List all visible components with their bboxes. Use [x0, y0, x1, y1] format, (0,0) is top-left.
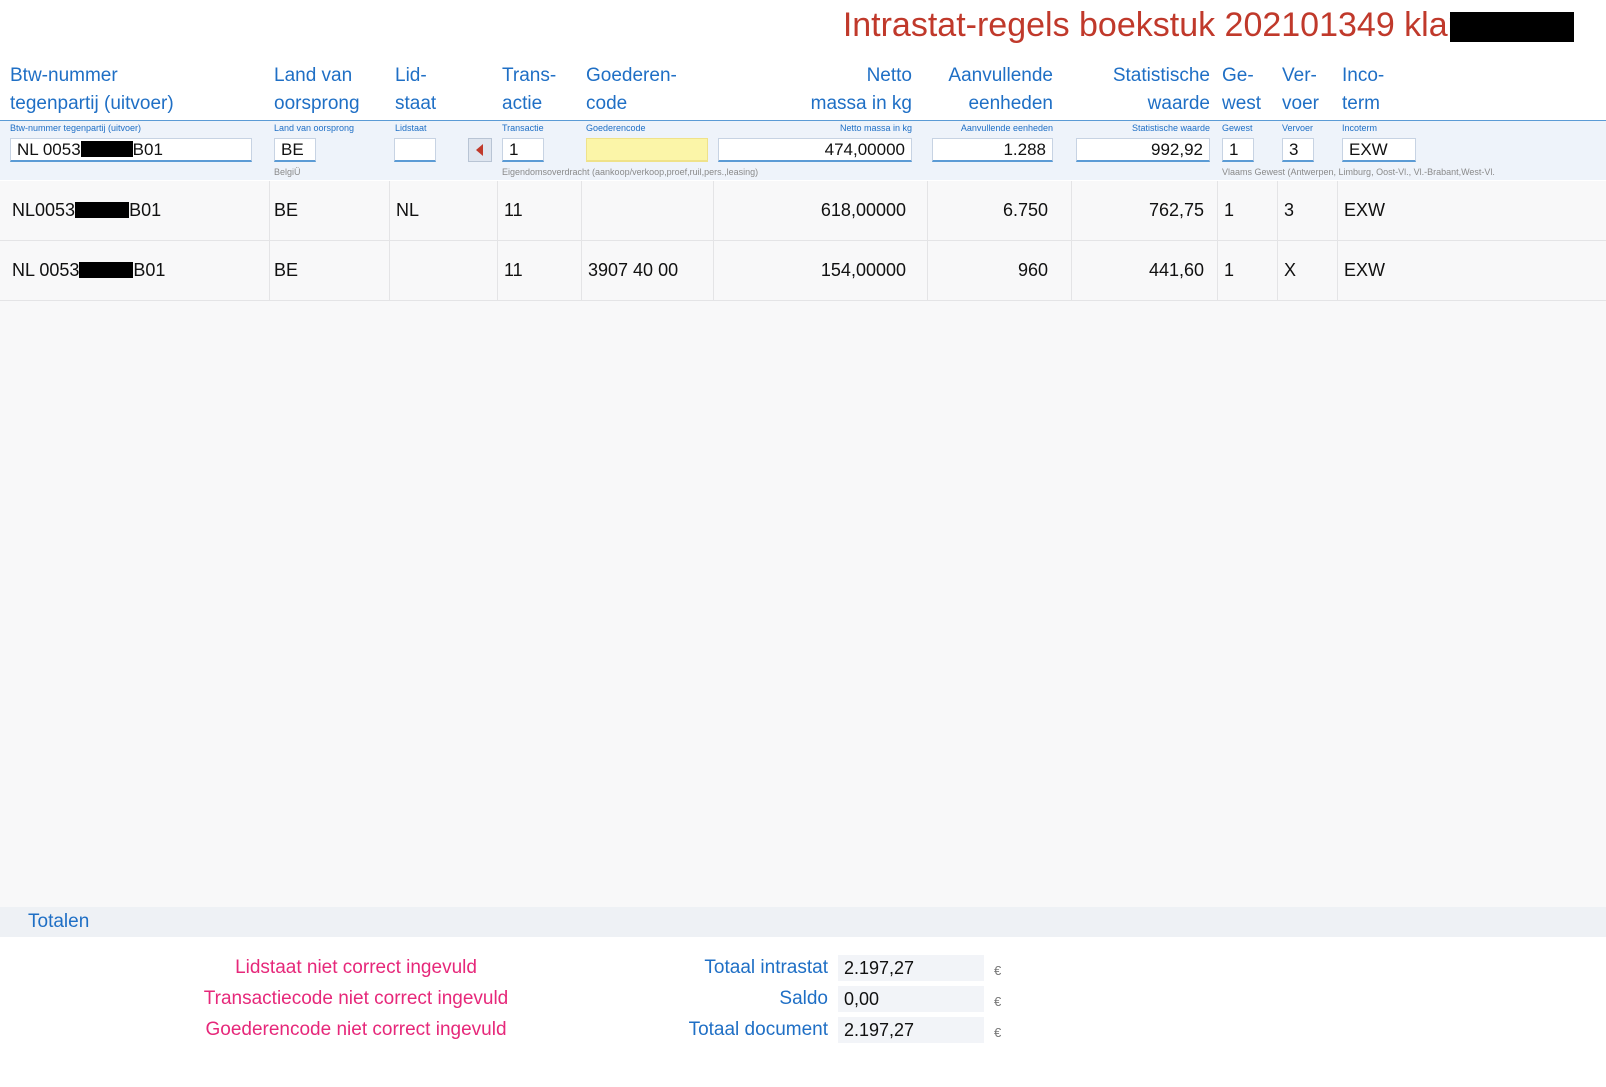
- cell-goederencode: 3907 40 00: [588, 260, 679, 280]
- column-header-netto: Netto massa in kg: [810, 65, 912, 114]
- column-separator: [581, 181, 582, 301]
- column-separator: [927, 181, 928, 301]
- gewest-hint: Vlaams Gewest (Antwerpen, Limburg, Oost-…: [1222, 167, 1495, 177]
- aanvullende-eenheden-input[interactable]: 1.288: [932, 138, 1053, 162]
- cell-statistische: 441,60: [1148, 260, 1204, 280]
- field-label-land: Land van oorsprong: [274, 123, 355, 133]
- cell-lidstaat: NL: [396, 200, 420, 220]
- column-separator: [269, 181, 270, 301]
- btw-prefix: NL 0053: [17, 140, 81, 159]
- btw-nummer-input[interactable]: NL 0053 B01: [10, 138, 252, 162]
- cell-aanvullende: 960: [1017, 260, 1048, 280]
- field-label-lidstaat: Lidstaat: [395, 123, 427, 133]
- column-separator: [713, 181, 714, 301]
- cell-land: BE: [274, 200, 299, 220]
- totaal-intrastat-label: Totaal intrastat: [704, 957, 828, 978]
- land-van-oorsprong-input[interactable]: BE: [274, 138, 316, 162]
- cell-land: BE: [274, 260, 299, 280]
- redacted-btw-digits: [79, 262, 134, 278]
- cell-netto: 618,00000: [820, 200, 906, 220]
- field-label-btw: Btw-nummer tegenpartij (uitvoer): [10, 123, 142, 133]
- currency-symbol: €: [994, 1025, 1002, 1040]
- field-label-incoterm: Incoterm: [1342, 123, 1378, 133]
- column-header-aanvullende: Aanvullende eenheden: [948, 65, 1053, 114]
- totaal-document-label: Totaal document: [688, 1019, 828, 1040]
- land-hint: BelgiÜ: [274, 167, 301, 177]
- field-label-vervoer: Vervoer: [1282, 123, 1314, 133]
- field-label-goederencode: Goederencode: [586, 123, 646, 133]
- column-header-statistische: Statistische waarde: [1112, 65, 1210, 114]
- transactie-input[interactable]: 1: [502, 138, 544, 162]
- cell-vervoer: 3: [1284, 200, 1295, 220]
- field-label-netto: Netto massa in kg: [839, 123, 912, 133]
- netto-massa-input[interactable]: 474,00000: [718, 138, 912, 162]
- vervoer-input[interactable]: 3: [1282, 138, 1314, 162]
- lidstaat-input[interactable]: [394, 138, 436, 162]
- column-header-vervoer: Ver-voer: [1282, 65, 1319, 114]
- column-header-goederencode: Goederen-code: [586, 65, 677, 114]
- previous-arrow-button[interactable]: [468, 138, 492, 162]
- column-header-land: Land van oorsprong: [274, 65, 360, 114]
- saldo-value: 0,00: [838, 986, 984, 1012]
- redacted-btw-digits: [75, 202, 130, 218]
- currency-symbol: €: [994, 994, 1002, 1009]
- column-header-gewest: Ge-west: [1222, 65, 1262, 114]
- page-title: Intrastat-regels boekstuk 202101349 klan…: [842, 6, 1476, 44]
- totaal-document-value: 2.197,27: [838, 1017, 984, 1043]
- cell-btw: NL 0053 B01: [12, 260, 166, 280]
- cell-incoterm: EXW: [1344, 200, 1386, 220]
- cell-aanvullende: 6.750: [1002, 200, 1048, 220]
- gewest-input[interactable]: 1: [1222, 138, 1254, 162]
- column-separator: [1217, 181, 1218, 301]
- cell-incoterm: EXW: [1344, 260, 1386, 280]
- table-row[interactable]: NL 0053 B01 BE 11 3907 40 00 154,00000 96…: [0, 241, 1606, 301]
- field-label-gewest: Gewest: [1222, 123, 1253, 133]
- column-header-incoterm: Inco-term: [1342, 65, 1385, 114]
- cell-gewest: 1: [1224, 260, 1235, 280]
- cell-statistische: 762,75: [1148, 200, 1204, 220]
- column-separator: [1337, 181, 1338, 301]
- cell-gewest: 1: [1224, 200, 1235, 220]
- cell-netto: 154,00000: [820, 260, 906, 280]
- column-separator: [1071, 181, 1072, 301]
- column-separator: [497, 181, 498, 301]
- field-label-statistische: Statistische waarde: [1131, 123, 1210, 133]
- column-header-lidstaat: Lid-staat: [395, 65, 437, 114]
- table-row[interactable]: NL0053 B01 BE NL 11 618,00000 6.750 762,7…: [0, 181, 1606, 241]
- column-separator: [389, 181, 390, 301]
- column-header-transactie: Trans-actie: [502, 65, 557, 114]
- saldo-label: Saldo: [779, 988, 828, 1009]
- btw-suffix: B01: [132, 140, 163, 159]
- error-lidstaat: Lidstaat niet correct ingevuld: [235, 957, 477, 978]
- field-label-aanvullende: Aanvullende eenheden: [960, 123, 1053, 133]
- column-separator: [1277, 181, 1278, 301]
- goederencode-input[interactable]: [586, 138, 708, 162]
- cell-btw: NL0053 B01: [12, 200, 162, 220]
- error-goederencode: Goederencode niet correct ingevuld: [205, 1019, 507, 1040]
- column-header-btw: Btw-nummer tegenpartij (uitvoer): [10, 65, 174, 114]
- cell-vervoer: X: [1284, 260, 1297, 280]
- transactie-hint: Eigendomsoverdracht (aankoop/verkoop,pro…: [502, 167, 759, 177]
- cell-transactie: 11: [504, 200, 523, 220]
- field-label-transactie: Transactie: [502, 123, 544, 133]
- currency-symbol: €: [994, 963, 1002, 978]
- redacted-customer-name: [1450, 12, 1574, 42]
- cell-transactie: 11: [504, 260, 523, 280]
- totals-section-bar: [0, 907, 1606, 937]
- error-transactiecode: Transactiecode niet correct ingevuld: [203, 988, 509, 1009]
- totals-heading: Totalen: [28, 911, 90, 932]
- totaal-intrastat-value: 2.197,27: [838, 955, 984, 981]
- statistische-waarde-input[interactable]: 992,92: [1076, 138, 1210, 162]
- redacted-btw-digits: [80, 141, 133, 157]
- arrow-left-icon: [476, 144, 483, 156]
- incoterm-input[interactable]: EXW: [1342, 138, 1416, 162]
